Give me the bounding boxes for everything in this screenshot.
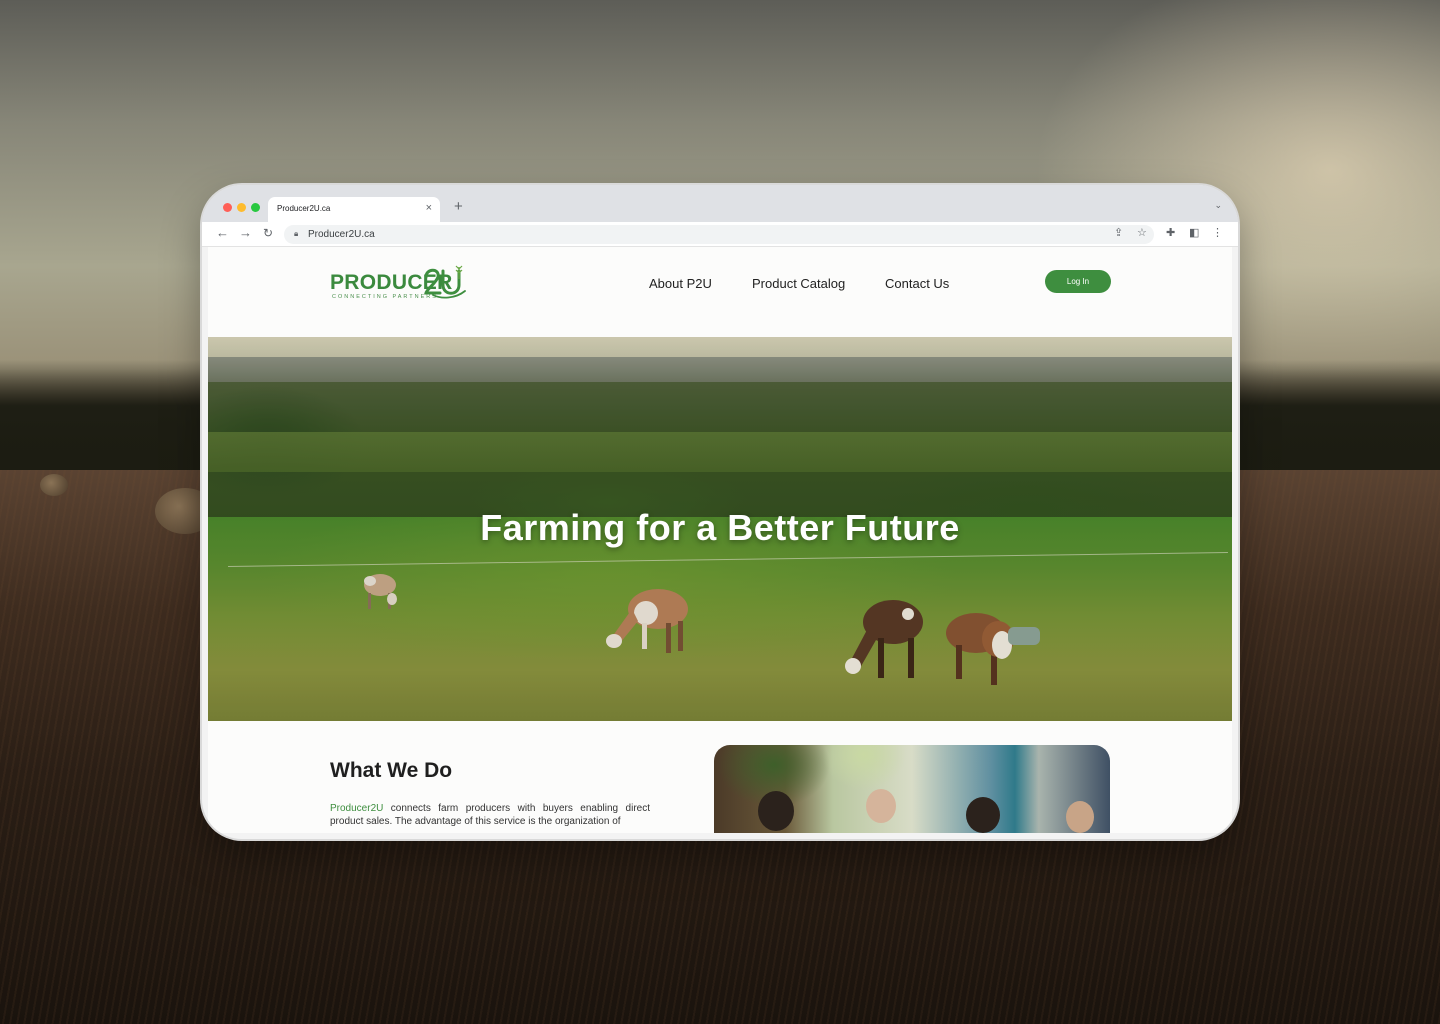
market-photo [714,745,1110,833]
photo-person [966,797,1000,833]
photo-person [758,791,794,831]
browser-tab[interactable]: Producer2U.ca × [268,197,440,222]
hero-title: Farming for a Better Future [480,507,960,548]
lock-icon: 🔒︎ [294,229,299,238]
hero-banner: Farming for a Better Future [208,337,1232,721]
close-window-button[interactable] [223,203,232,212]
page-viewport: PRODUCER CONNECTING PARTNERS About P2U P… [208,247,1232,833]
menu-kebab-icon[interactable]: ⋮ [1212,227,1223,239]
brand-name-link[interactable]: Producer2U [330,803,383,814]
site-header: PRODUCER CONNECTING PARTNERS About P2U P… [208,247,1232,337]
extensions-puzzle-icon[interactable]: ✚ [1166,227,1175,239]
back-arrow-icon[interactable]: ← [216,226,229,240]
minimize-window-button[interactable] [237,203,246,212]
browser-toolbar: ← → ↻ 🔒︎ Producer2U.ca ⇪ ☆ ✚ ◧ ⋮ [202,222,1238,247]
tab-search-chevron-icon[interactable]: ⌄ [1214,200,1222,211]
photo-person [1066,801,1094,833]
nav-contact-us[interactable]: Contact Us [885,276,949,291]
nav-about-p2u[interactable]: About P2U [649,276,712,291]
browser-window: Producer2U.ca × + ⌄ ← → ↻ 🔒︎ Producer2U.… [202,185,1238,839]
address-bar[interactable]: 🔒︎ Producer2U.ca [284,225,1154,244]
background-hay-bale [40,474,68,496]
nav-product-catalog[interactable]: Product Catalog [752,276,845,291]
new-tab-icon[interactable]: + [454,198,463,215]
side-panel-icon[interactable]: ◧ [1189,227,1199,239]
producer2u-logo[interactable]: PRODUCER CONNECTING PARTNERS [330,265,470,305]
section-paragraph: Producer2U connects farm producers with … [330,802,650,828]
tab-close-icon[interactable]: × [426,202,432,214]
tab-title: Producer2U.ca [277,204,331,213]
share-icon[interactable]: ⇪ [1114,227,1123,239]
photo-person [866,789,896,823]
section-title: What We Do [330,759,453,782]
address-url: Producer2U.ca [308,229,375,240]
maximize-window-button[interactable] [251,203,260,212]
reload-icon[interactable]: ↻ [263,226,273,240]
browser-tab-bar: Producer2U.ca × + ⌄ [202,185,1238,222]
logo-tagline: CONNECTING PARTNERS [332,294,438,300]
login-button[interactable]: Log In [1045,270,1111,293]
forward-arrow-icon[interactable]: → [239,226,252,240]
bookmark-star-icon[interactable]: ☆ [1137,227,1147,239]
